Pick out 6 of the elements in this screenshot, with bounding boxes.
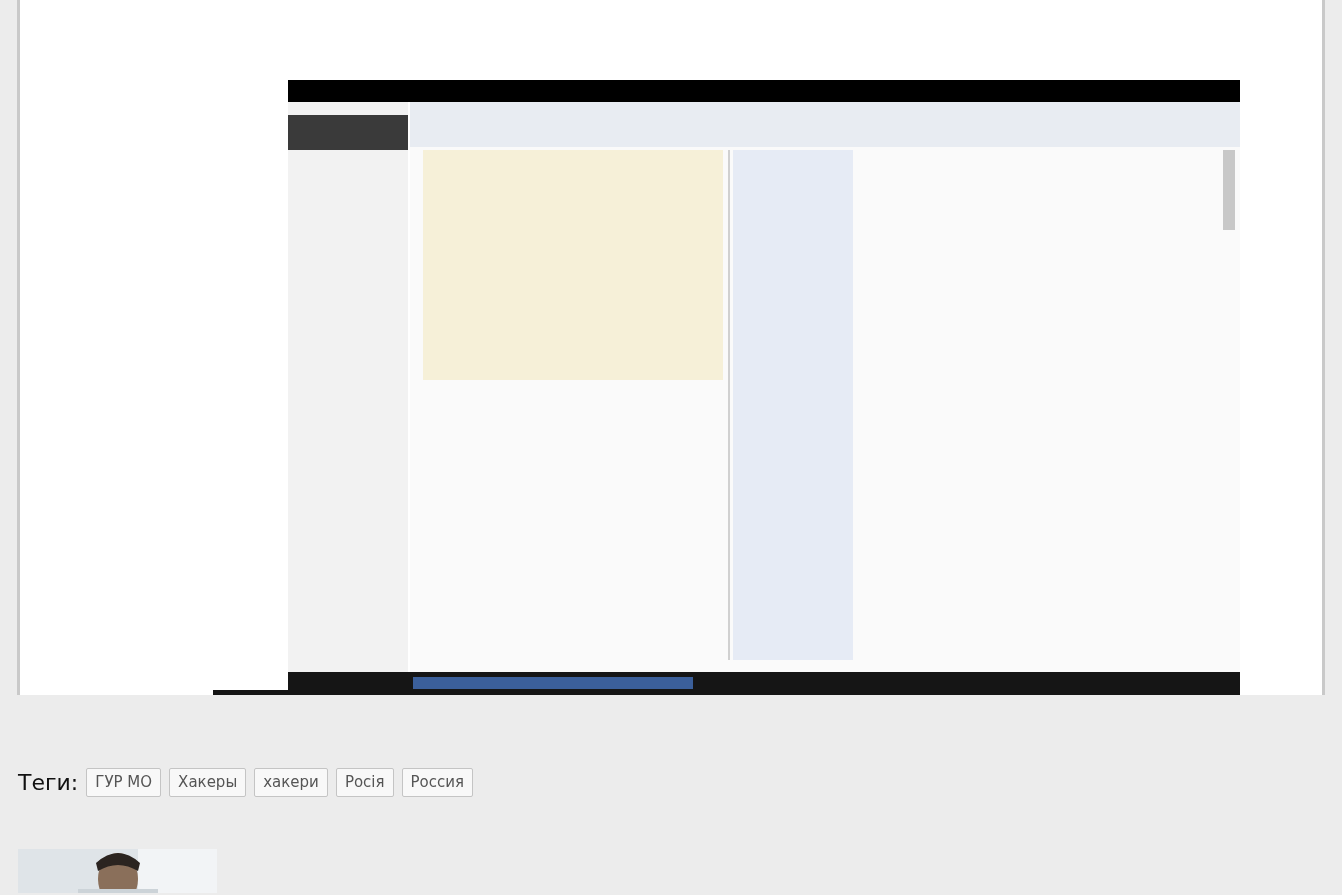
tag-link[interactable]: Росія: [335, 767, 394, 798]
tag-link[interactable]: ГУР МО: [86, 767, 162, 798]
tag-link[interactable]: Хакеры: [169, 767, 247, 798]
tag-link[interactable]: Россия: [401, 767, 474, 798]
tag-link[interactable]: хакери: [254, 767, 328, 798]
tags-label: Теги:: [18, 769, 79, 797]
